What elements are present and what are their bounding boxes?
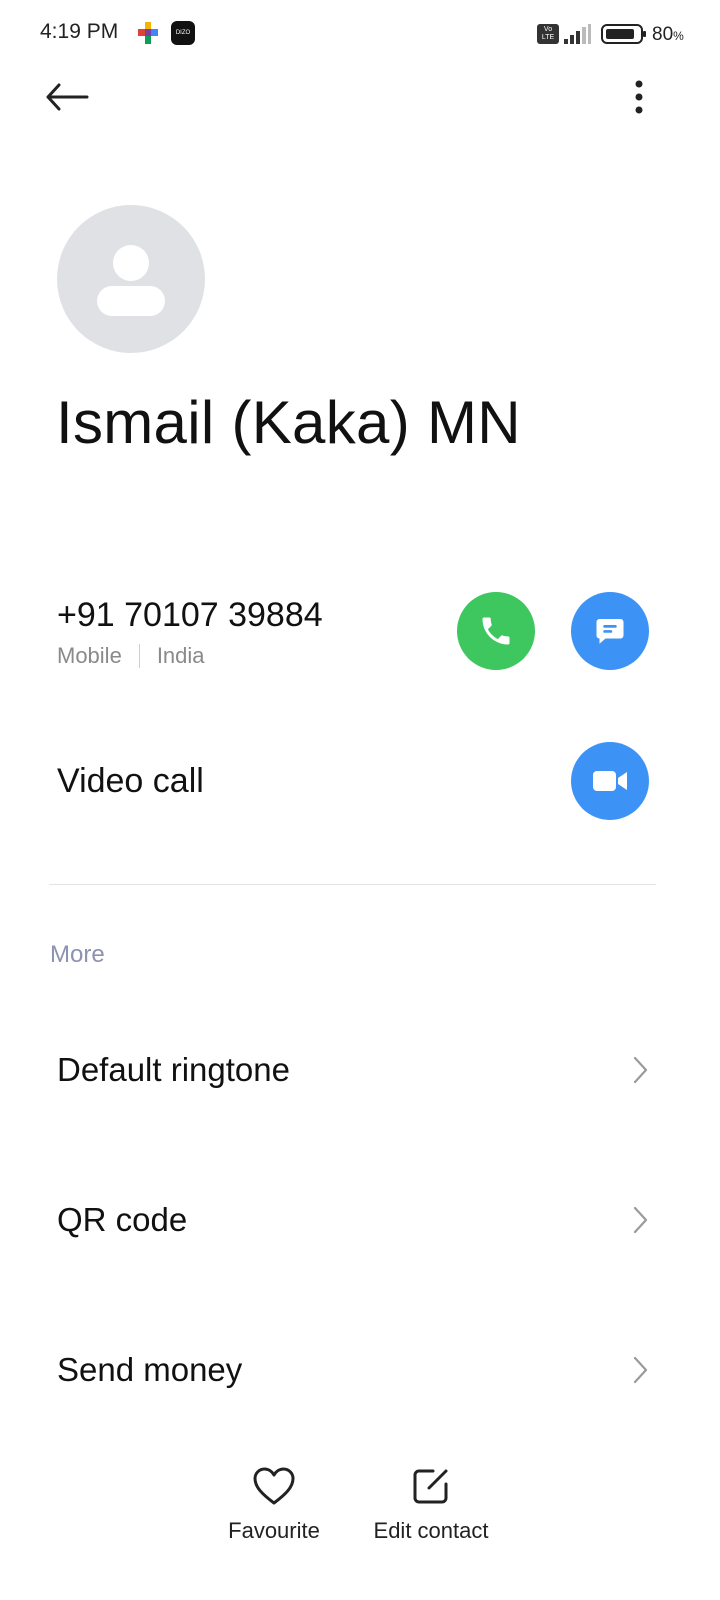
meta-divider <box>138 644 140 668</box>
chevron-right-icon <box>633 1356 648 1384</box>
menu-item-default-ringtone[interactable]: Default ringtone <box>0 1030 720 1110</box>
menu-item-send-money[interactable]: Send money <box>0 1330 720 1410</box>
chevron-right-icon <box>633 1056 648 1084</box>
video-call-button[interactable] <box>571 742 649 820</box>
video-camera-icon <box>593 771 627 791</box>
more-vertical-icon <box>635 80 643 114</box>
arrow-left-icon <box>46 83 89 111</box>
section-divider <box>49 884 656 885</box>
more-options-button[interactable] <box>616 72 662 122</box>
avatar[interactable] <box>57 205 205 353</box>
multicolor-app-icon <box>138 22 158 44</box>
menu-item-label: Default ringtone <box>57 1051 290 1088</box>
phone-icon <box>482 617 510 645</box>
back-button[interactable] <box>40 74 94 120</box>
menu-item-label: QR code <box>57 1201 188 1238</box>
battery-unit: % <box>673 29 684 43</box>
volte-icon: Vo LTE <box>537 24 559 44</box>
phone-number[interactable]: +91 70107 39884 <box>57 596 323 635</box>
person-placeholder-icon <box>97 245 165 316</box>
battery-percent: 80 <box>652 24 674 45</box>
video-call-label[interactable]: Video call <box>57 762 204 801</box>
favourite-label: Favourite <box>228 1518 320 1543</box>
call-button[interactable] <box>457 592 535 670</box>
status-time: 4:19 PM <box>40 20 119 43</box>
phone-region: India <box>156 643 205 668</box>
favourite-button[interactable]: Favourite <box>222 1466 326 1544</box>
edit-contact-button[interactable]: Edit contact <box>364 1466 498 1544</box>
heart-icon <box>253 1467 295 1505</box>
message-icon <box>596 619 624 644</box>
phone-meta: Mobile India <box>57 643 205 669</box>
phone-type: Mobile <box>57 643 122 668</box>
edit-contact-label: Edit contact <box>373 1518 489 1543</box>
section-header-more: More <box>50 941 105 968</box>
battery-icon <box>601 24 647 44</box>
contact-name: Ismail (Kaka) MN <box>56 389 521 456</box>
signal-icon <box>563 24 591 44</box>
dizo-app-icon: DIZO <box>171 21 195 45</box>
message-button[interactable] <box>571 592 649 670</box>
chevron-right-icon <box>633 1206 648 1234</box>
menu-item-label: Send money <box>57 1351 243 1388</box>
edit-icon <box>413 1469 448 1504</box>
menu-item-qr-code[interactable]: QR code <box>0 1180 720 1260</box>
